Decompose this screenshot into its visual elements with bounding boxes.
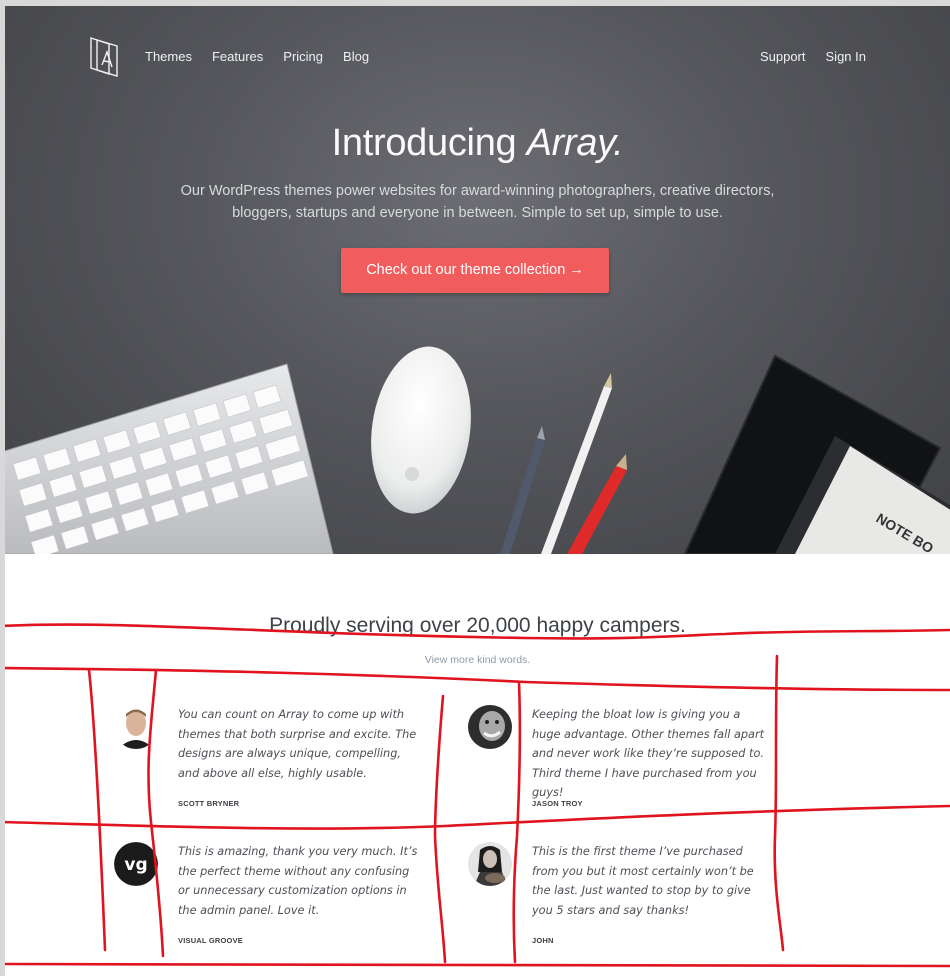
view-more-link[interactable]: View more kind words. bbox=[5, 654, 950, 666]
testimonial-quote: Keeping the bloat low is giving you a hu… bbox=[532, 708, 765, 800]
testimonial-quote: This is amazing, thank you very much. It… bbox=[178, 845, 418, 917]
avatar bbox=[468, 842, 512, 886]
testimonial-quote: This is the first theme I’ve purchased f… bbox=[532, 845, 754, 917]
nav-link-pricing[interactable]: Pricing bbox=[283, 49, 323, 64]
testimonials-title: Proudly serving over 20,000 happy camper… bbox=[269, 614, 686, 637]
keyboard-image bbox=[5, 363, 334, 554]
hero-title-main: Introducing bbox=[331, 122, 527, 164]
hero-title: Introducing Array. bbox=[5, 122, 950, 165]
testimonial-author: SCOTT BRYNER bbox=[178, 799, 240, 808]
nav-link-support[interactable]: Support bbox=[760, 49, 806, 64]
desk-photo: NOTE BO bbox=[5, 346, 950, 554]
nav-link-themes[interactable]: Themes bbox=[145, 49, 192, 64]
testimonial-quote: You can count on Array to come up with t… bbox=[178, 708, 417, 780]
mouse-image bbox=[371, 346, 471, 514]
testimonial-author: VISUAL GROOVE bbox=[178, 936, 243, 945]
theme-collection-button[interactable]: Check out our theme collection → bbox=[341, 248, 609, 293]
avatar: vg bbox=[114, 842, 158, 886]
avatar bbox=[468, 705, 512, 749]
avatar bbox=[114, 705, 158, 749]
testimonial-author: JOHN bbox=[532, 936, 554, 945]
array-logo-icon[interactable] bbox=[89, 34, 121, 78]
testimonial-card: You can count on Array to come up with t… bbox=[114, 705, 434, 825]
nav-link-sign-in[interactable]: Sign In bbox=[826, 49, 866, 64]
top-nav: Themes Features Pricing Blog Support Sig… bbox=[89, 34, 866, 78]
tablet-image: NOTE BO bbox=[683, 354, 950, 554]
nav-link-features[interactable]: Features bbox=[212, 49, 263, 64]
hero-title-brand: Array. bbox=[526, 122, 624, 164]
testimonial-card: vg This is amazing, thank you very much.… bbox=[114, 842, 434, 962]
page: Themes Features Pricing Blog Support Sig… bbox=[0, 0, 950, 976]
testimonial-card: This is the first theme I’ve purchased f… bbox=[468, 842, 788, 962]
nav-link-blog[interactable]: Blog bbox=[343, 49, 369, 64]
testimonial-card: Keeping the bloat low is giving you a hu… bbox=[468, 705, 788, 825]
testimonial-author: JASON TROY bbox=[532, 799, 583, 808]
hero-subtitle: Our WordPress themes power websites for … bbox=[180, 183, 775, 221]
hero-section: Themes Features Pricing Blog Support Sig… bbox=[5, 6, 950, 554]
pens-image bbox=[500, 373, 627, 554]
avatar-initials: vg bbox=[124, 855, 147, 875]
